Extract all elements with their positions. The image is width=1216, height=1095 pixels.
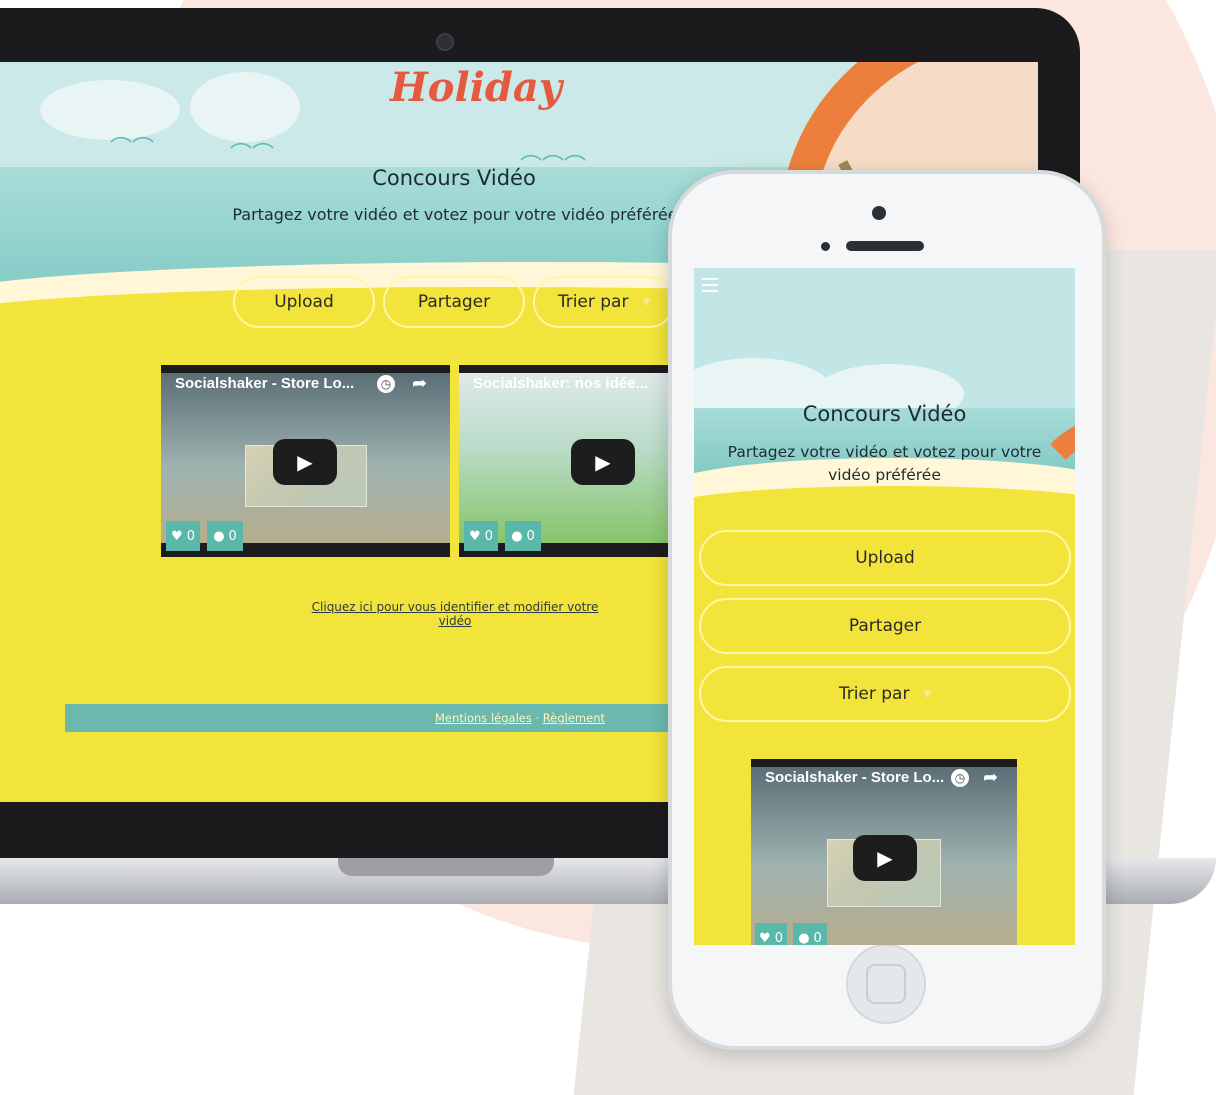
upload-button-label: Upload <box>855 548 915 568</box>
watch-later-icon[interactable]: ◷ <box>377 375 395 393</box>
video-card[interactable]: Socialshaker - Store Lo... ◷ ➦ ▶ ♥ 0 ● 0 <box>751 759 1017 945</box>
video-title: Socialshaker: nos idée... <box>473 375 649 392</box>
comments-badge[interactable]: ● 0 <box>505 521 541 551</box>
footer-separator: · <box>531 711 543 725</box>
phone-camera <box>872 206 886 220</box>
comments-count: 0 <box>526 528 535 544</box>
wave-decoration: ︵︵ <box>110 122 155 147</box>
heart-icon: ♥ <box>469 528 481 544</box>
share-icon[interactable]: ➦ <box>412 373 427 394</box>
sort-dropdown-label: Trier par <box>838 684 910 704</box>
comments-badge[interactable]: ● 0 <box>793 923 827 945</box>
play-button[interactable]: ▶ <box>571 439 635 485</box>
phone-sensor <box>821 242 830 251</box>
likes-badge[interactable]: ♥ 0 <box>755 923 787 945</box>
video-card[interactable]: Socialshaker: nos idée... ▶ ♥ 0 ● 0 <box>459 365 679 557</box>
wave-decoration: ︵︵ <box>230 128 275 153</box>
play-icon: ▶ <box>877 846 893 870</box>
legal-notice-link[interactable]: Mentions légales <box>435 711 532 725</box>
page-title: Concours Vidéo <box>802 402 967 426</box>
caret-down-icon: ▼ <box>923 688 932 700</box>
home-button[interactable] <box>846 944 926 1024</box>
comments-count: 0 <box>813 930 822 946</box>
upload-button[interactable]: Upload <box>699 530 1071 586</box>
play-button[interactable]: ▶ <box>853 835 917 881</box>
laptop-notch <box>338 858 554 876</box>
watch-later-icon[interactable]: ◷ <box>951 769 969 787</box>
share-button[interactable]: Partager <box>383 276 525 328</box>
rules-link[interactable]: Règlement <box>543 711 605 725</box>
play-icon: ▶ <box>595 450 611 474</box>
upload-button[interactable]: Upload <box>233 276 375 328</box>
sort-dropdown-label: Trier par <box>557 292 629 312</box>
phone-screen: Concours Vidéo Partagez votre vidéo et v… <box>694 268 1075 945</box>
comment-icon: ● <box>798 930 810 946</box>
likes-count: 0 <box>774 930 783 946</box>
laptop-camera <box>436 33 454 51</box>
login-link[interactable]: Cliquez ici pour vous identifier et modi… <box>304 600 606 628</box>
comments-count: 0 <box>228 528 237 544</box>
page-subtitle: Partagez votre vidéo et votez pour votre… <box>232 205 678 224</box>
phone-speaker <box>846 241 924 251</box>
upload-button-label: Upload <box>274 292 334 312</box>
play-icon: ▶ <box>297 450 313 474</box>
sort-dropdown[interactable]: Trier par ▼ <box>699 666 1071 722</box>
play-button[interactable]: ▶ <box>273 439 337 485</box>
share-button-label: Partager <box>848 616 922 636</box>
share-button[interactable]: Partager <box>699 598 1071 654</box>
video-thumbnail <box>459 373 679 543</box>
video-card[interactable]: Socialshaker - Store Lo... ◷ ➦ ▶ ♥ 0 ● 0 <box>161 365 450 557</box>
holiday-logo: Holiday <box>390 64 562 111</box>
heart-icon: ♥ <box>759 930 771 946</box>
likes-count: 0 <box>186 528 195 544</box>
caret-down-icon: ▼ <box>642 296 651 308</box>
share-button-label: Partager <box>417 292 491 312</box>
page-subtitle: Partagez votre vidéo et votez pour votre… <box>727 443 1042 484</box>
video-title: Socialshaker - Store Lo... <box>765 769 945 786</box>
comment-icon: ● <box>213 528 225 544</box>
comment-icon: ● <box>511 528 523 544</box>
wave-decoration: ︵︵︵ <box>520 140 587 165</box>
home-square-icon <box>866 964 906 1004</box>
share-icon[interactable]: ➦ <box>983 767 998 788</box>
hamburger-menu-icon[interactable] <box>702 278 718 292</box>
heart-icon: ♥ <box>171 528 183 544</box>
comments-badge[interactable]: ● 0 <box>207 521 243 551</box>
likes-count: 0 <box>484 528 493 544</box>
page-title: Concours Vidéo <box>372 166 536 190</box>
likes-badge[interactable]: ♥ 0 <box>464 521 498 551</box>
likes-badge[interactable]: ♥ 0 <box>166 521 200 551</box>
sort-dropdown[interactable]: Trier par ▼ <box>533 276 675 328</box>
video-title: Socialshaker - Store Lo... <box>175 375 355 392</box>
footer-links: Mentions légales · Règlement <box>365 711 675 725</box>
